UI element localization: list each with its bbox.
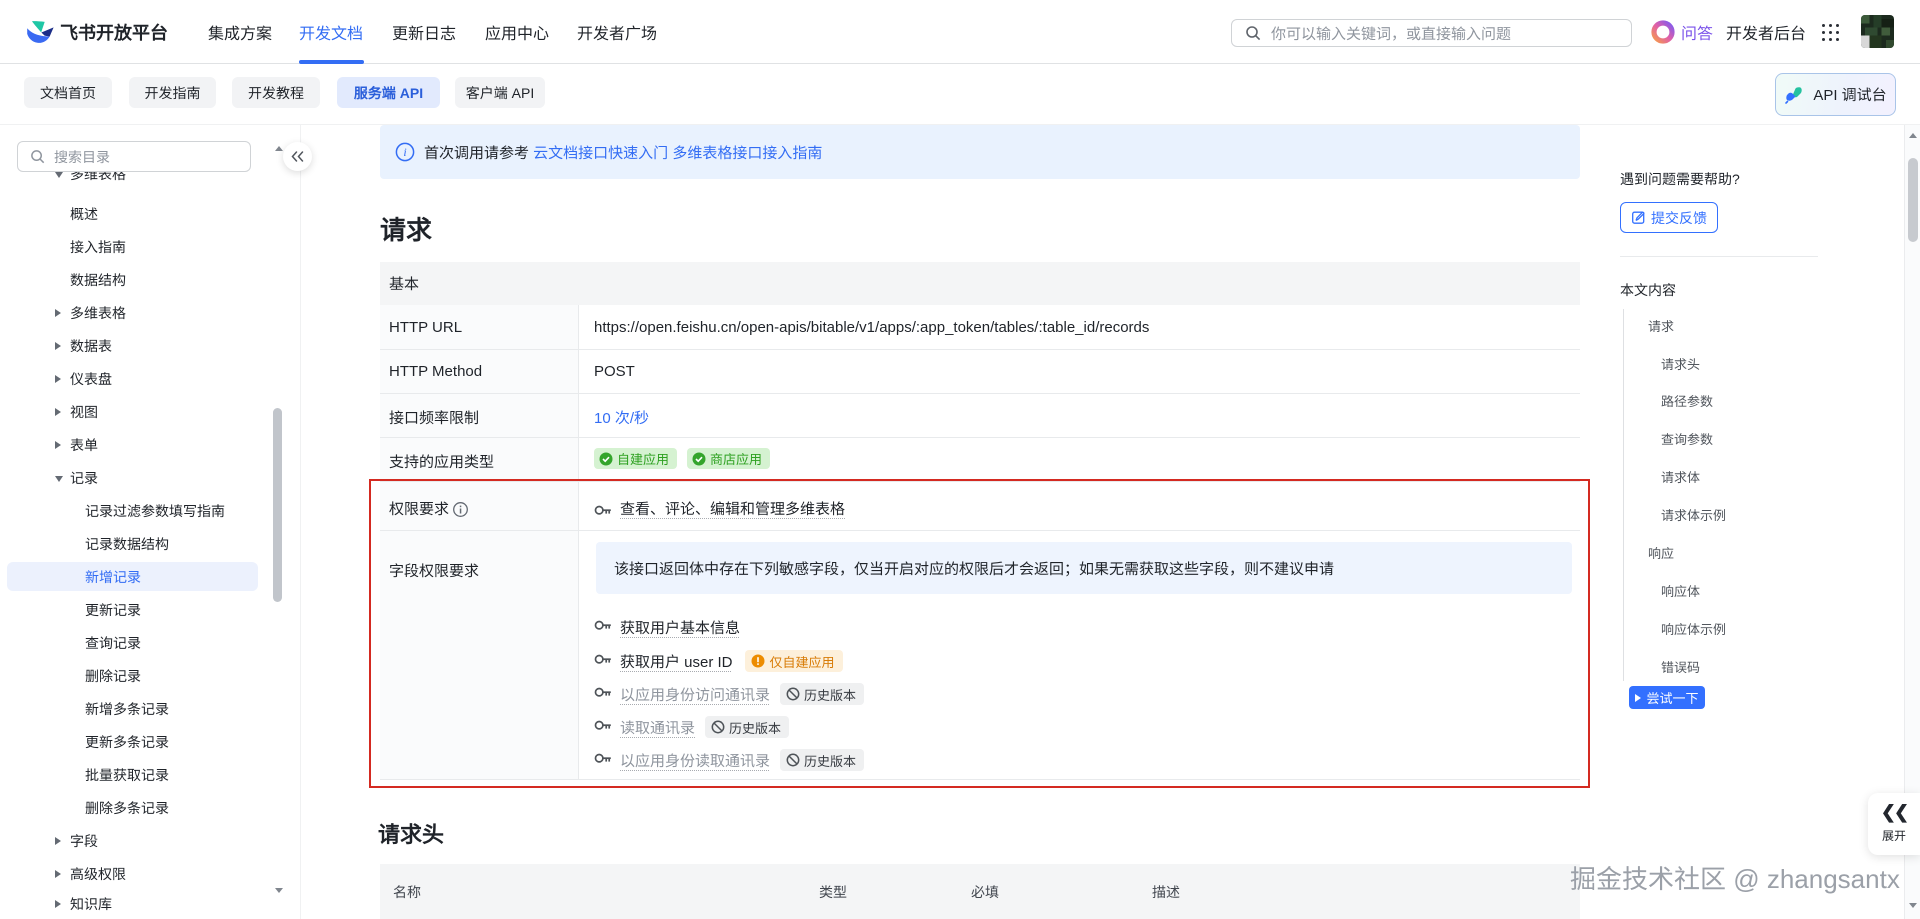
- svg-text:i: i: [403, 145, 406, 159]
